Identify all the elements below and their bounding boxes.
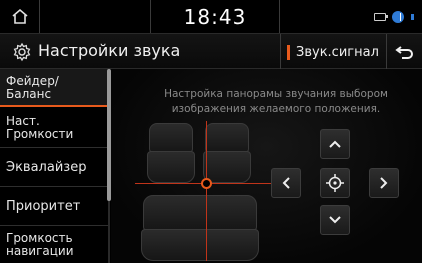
accent-bar	[287, 44, 290, 60]
fader-front-button[interactable]	[320, 129, 350, 159]
fader-rear-button[interactable]	[320, 205, 350, 235]
sidebar-item-priority[interactable]: Приоритет	[0, 188, 108, 226]
fader-balance-panel: Настройка панорамы звучания выбором изоб…	[111, 69, 422, 263]
balance-left-button[interactable]	[271, 168, 301, 198]
front-left-seat-cushion	[147, 151, 195, 183]
sidebar-item-equalizer[interactable]: Эквалайзер	[0, 149, 108, 187]
sidebar-item-label: Фейдер/ Баланс	[6, 73, 59, 101]
center-button[interactable]	[320, 168, 350, 198]
front-left-seat-back	[149, 123, 193, 153]
sidebar-item-label: Громкость навигации	[6, 231, 74, 258]
up-arrow-icon	[329, 140, 341, 148]
beep-sound-button[interactable]: Звук.сигнал	[280, 34, 386, 70]
status-bar: 18:43	[0, 0, 422, 33]
rear-seat-back	[143, 195, 257, 231]
back-icon	[394, 46, 413, 59]
sidebar-item-label: Приоритет	[6, 199, 81, 214]
sidebar: Фейдер/ Баланс Наст. Громкости Эквалайзе…	[0, 69, 111, 263]
right-arrow-icon	[380, 177, 388, 189]
instruction-text: Настройка панорамы звучания выбором изоб…	[164, 88, 388, 115]
page-header: Настройки звука Звук.сигнал	[0, 33, 422, 70]
signal-icon	[410, 12, 420, 22]
fader-line	[206, 121, 207, 261]
front-right-seat-back	[205, 123, 249, 153]
front-right-seat-cushion	[203, 151, 251, 183]
home-button[interactable]	[0, 0, 40, 33]
sidebar-item-label: Эквалайзер	[6, 160, 87, 175]
sd-card-icon	[374, 12, 388, 21]
balance-right-button[interactable]	[369, 168, 399, 198]
sound-position-marker[interactable]	[201, 178, 212, 189]
beep-sound-label: Звук.сигнал	[296, 44, 379, 60]
car-seats-map[interactable]	[141, 121, 259, 261]
clock: 18:43	[150, 0, 280, 33]
sidebar-item-fader-balance[interactable]: Фейдер/ Баланс	[0, 69, 108, 107]
status-icons	[374, 0, 422, 33]
page-title: Настройки звука	[38, 41, 181, 60]
sidebar-item-volume-settings[interactable]: Наст. Громкости	[0, 108, 108, 148]
bluetooth-icon	[392, 10, 404, 23]
gear-icon	[13, 42, 31, 62]
home-icon	[11, 8, 28, 24]
rear-seat-cushion	[141, 229, 259, 261]
sidebar-item-nav-volume[interactable]: Громкость навигации	[0, 227, 108, 263]
down-arrow-icon	[329, 216, 341, 224]
center-target-icon	[326, 174, 344, 192]
left-arrow-icon	[282, 177, 290, 189]
back-button[interactable]	[386, 34, 422, 70]
sidebar-item-label: Наст. Громкости	[6, 113, 74, 141]
